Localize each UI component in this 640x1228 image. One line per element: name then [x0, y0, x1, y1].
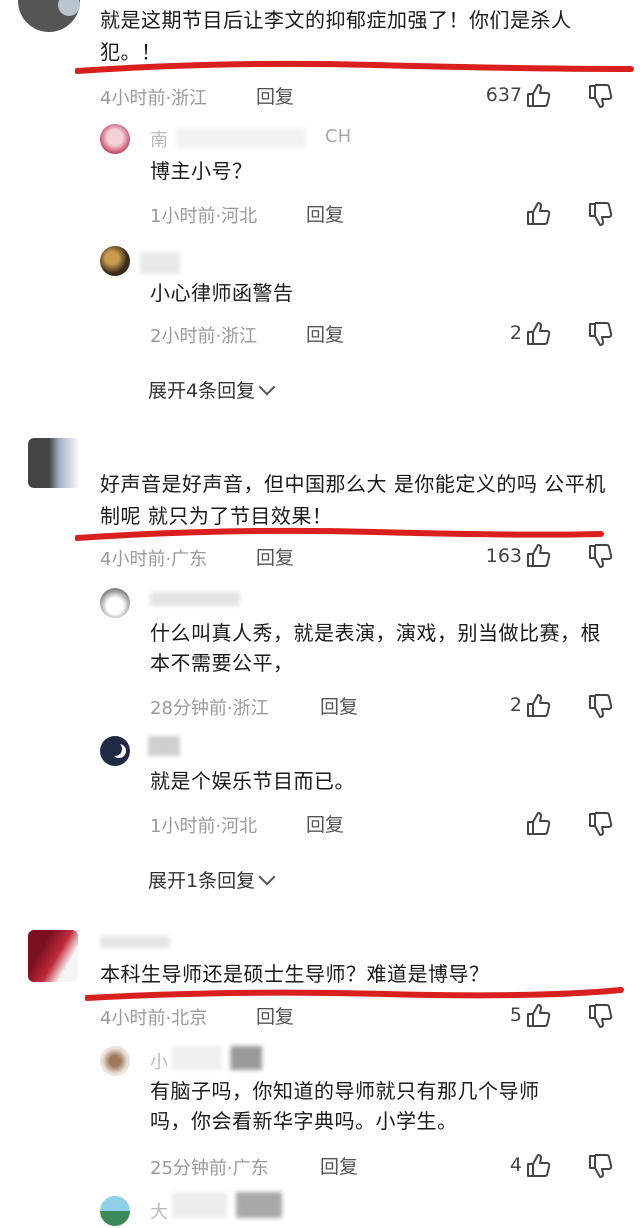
- blurred-username: [148, 736, 180, 756]
- avatar[interactable]: [100, 246, 130, 276]
- reply-button[interactable]: 回复: [256, 82, 294, 109]
- expand-replies-button[interactable]: 展开4条回复: [148, 376, 276, 403]
- thumbs-up-icon[interactable]: [524, 692, 552, 720]
- blurred-username: [100, 936, 170, 948]
- avatar[interactable]: [100, 588, 130, 618]
- reply-meta: 2小时前·浙江: [150, 326, 258, 347]
- reply-username: 小: [150, 1052, 168, 1073]
- thumbs-up-icon[interactable]: [524, 320, 552, 348]
- like-count: 2: [509, 694, 522, 716]
- comment-meta: 4小时前·北京: [100, 1008, 208, 1029]
- avatar[interactable]: [100, 1046, 130, 1076]
- blurred-username: [172, 1192, 282, 1218]
- thumbs-down-icon[interactable]: [586, 692, 614, 720]
- thumbs-up-icon[interactable]: [524, 200, 552, 228]
- blurred-username: [176, 128, 306, 148]
- thumbs-up-icon[interactable]: [524, 82, 552, 110]
- thumbs-up-icon[interactable]: [524, 810, 552, 838]
- reply-text: 小心律师函警告: [150, 281, 294, 305]
- avatar[interactable]: [100, 1196, 130, 1226]
- like-count: 5: [509, 1004, 522, 1026]
- thumbs-up-icon[interactable]: [524, 1002, 552, 1030]
- expand-label: 展开4条回复: [148, 380, 256, 402]
- reply-meta: 1小时前·河北: [150, 206, 258, 227]
- blurred-username: [172, 1046, 262, 1070]
- reply-username-tail: CH: [325, 126, 352, 147]
- reply-meta: 1小时前·河北: [150, 816, 258, 837]
- reply-button[interactable]: 回复: [306, 320, 344, 347]
- moon-icon: [108, 742, 122, 756]
- chevron-down-icon: [258, 378, 276, 396]
- thumbs-down-icon[interactable]: [586, 200, 614, 228]
- chevron-down-icon: [258, 868, 276, 886]
- reply-button[interactable]: 回复: [320, 692, 358, 719]
- reply-text: 就是个娱乐节目而已。: [150, 769, 355, 793]
- comment-meta: 4小时前·广东: [100, 549, 208, 570]
- red-underline: [75, 60, 634, 74]
- comment-meta: 4小时前·浙江: [100, 88, 208, 109]
- avatar[interactable]: [28, 930, 78, 982]
- like-count: 163: [485, 545, 522, 567]
- reply-text: 博主小号？: [150, 159, 253, 183]
- like-count: 2: [509, 322, 522, 344]
- reply-button[interactable]: 回复: [256, 543, 294, 570]
- thumbs-down-icon[interactable]: [586, 320, 614, 348]
- thumbs-up-icon[interactable]: [524, 1152, 552, 1180]
- expand-label: 展开1条回复: [148, 870, 256, 892]
- reply-text: 什么叫真人秀，就是表演，演戏，别当做比赛，根本不需要公平，: [150, 621, 601, 675]
- thumbs-down-icon[interactable]: [586, 82, 614, 110]
- reply-text: 有脑子吗，你知道的导师就只有那几个导师吗，你会看新华字典吗。小学生。: [150, 1079, 540, 1133]
- reply-button[interactable]: 回复: [306, 810, 344, 837]
- reply-username: 南: [150, 130, 168, 151]
- like-count: 4: [509, 1154, 522, 1176]
- thumbs-down-icon[interactable]: [586, 1152, 614, 1180]
- reply-meta: 25分钟前·广东: [150, 1158, 269, 1179]
- expand-replies-button[interactable]: 展开1条回复: [148, 866, 276, 893]
- blurred-username: [140, 252, 180, 274]
- reply-button[interactable]: 回复: [320, 1152, 358, 1179]
- reply-button[interactable]: 回复: [306, 200, 344, 227]
- like-count: 637: [485, 84, 522, 106]
- thumbs-down-icon[interactable]: [586, 1002, 614, 1030]
- thumbs-up-icon[interactable]: [524, 542, 552, 570]
- reply-meta: 28分钟前·浙江: [150, 698, 269, 719]
- reply-button[interactable]: 回复: [256, 1002, 294, 1029]
- thumbs-down-icon[interactable]: [586, 810, 614, 838]
- avatar[interactable]: [28, 438, 80, 488]
- thumbs-down-icon[interactable]: [586, 542, 614, 570]
- avatar[interactable]: [100, 124, 130, 154]
- reply-username: 大: [150, 1202, 168, 1223]
- blurred-username: [150, 592, 240, 606]
